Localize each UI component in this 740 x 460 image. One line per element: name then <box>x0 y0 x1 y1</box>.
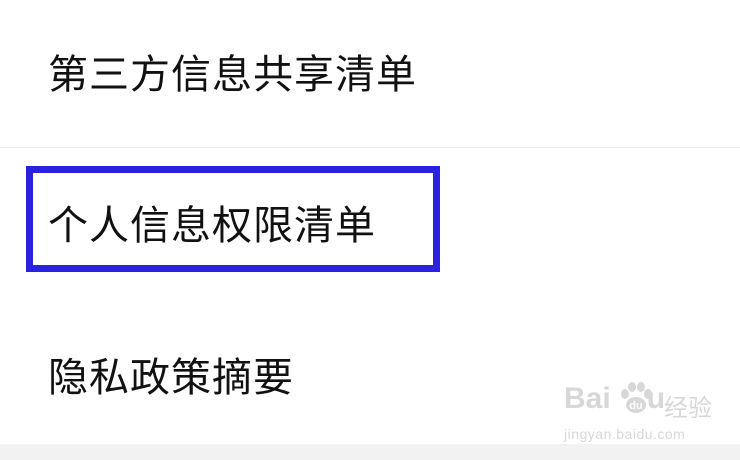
screen: 第三方信息共享清单 个人信息权限清单 隐私政策摘要 Bai u du 经验 jin… <box>0 0 740 460</box>
list-item-personal-info-permissions[interactable]: 个人信息权限清单 <box>0 148 740 296</box>
watermark-url: jingyan.baidu.com <box>564 426 686 442</box>
paw-icon: du <box>621 382 652 413</box>
watermark-brand-cn: 经验 <box>664 394 712 422</box>
svg-text:du: du <box>629 400 642 412</box>
list-item-label: 第三方信息共享清单 <box>48 51 417 98</box>
list-item-third-party-sharing[interactable]: 第三方信息共享清单 <box>0 0 740 148</box>
list-item-label: 个人信息权限清单 <box>48 203 376 249</box>
bottom-divider-strip <box>0 444 740 460</box>
list-item-label: 隐私政策摘要 <box>48 355 294 401</box>
baidu-jingyan-watermark: Bai u du 经验 jingyan.baidu.com <box>564 382 712 444</box>
